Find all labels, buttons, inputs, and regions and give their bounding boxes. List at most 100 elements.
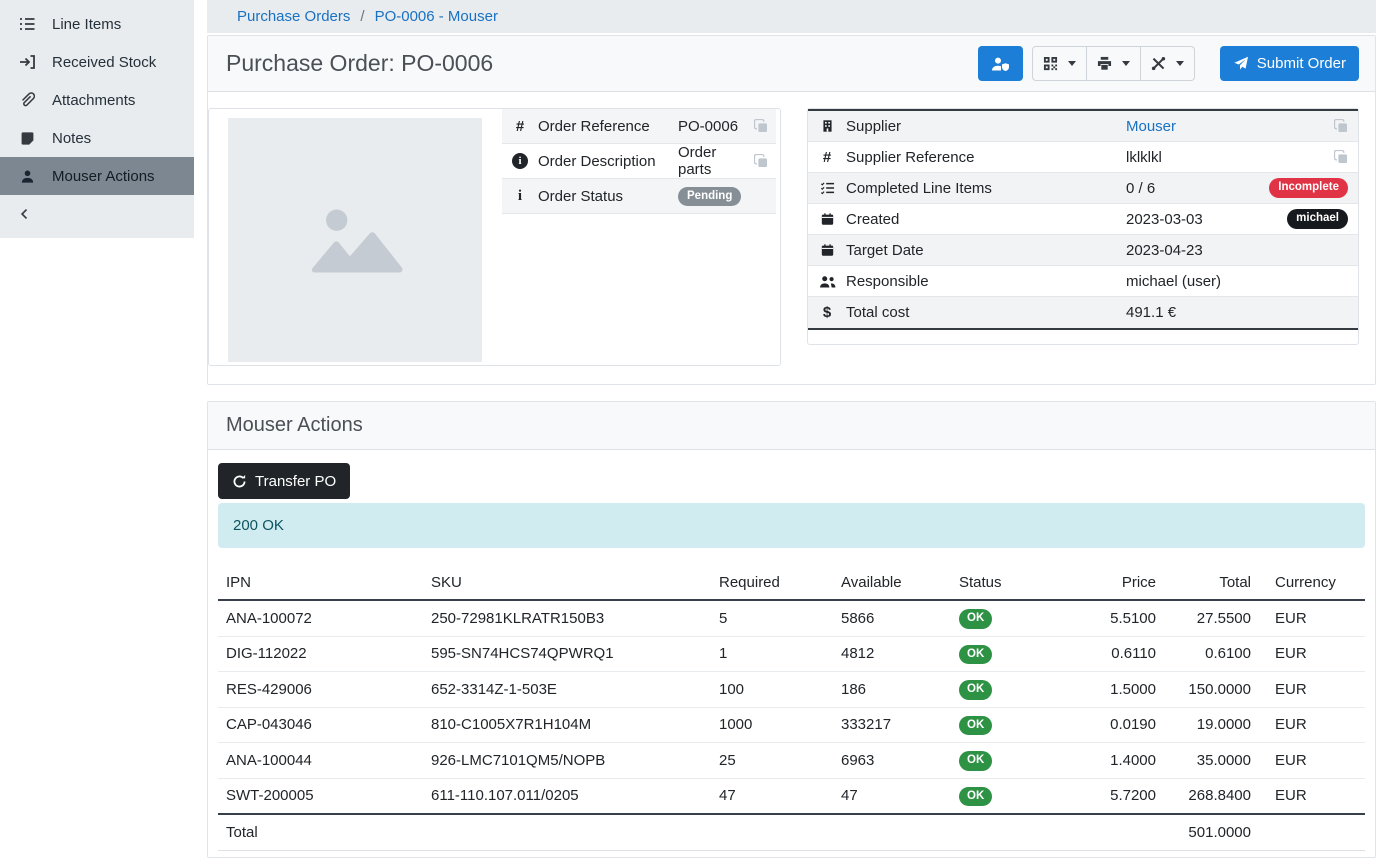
detail-label: Supplier xyxy=(846,118,1126,135)
users-icon xyxy=(808,275,846,288)
cell-ipn: ANA-100044 xyxy=(218,743,423,779)
cell-sku: 926-LMC7101QM5/NOPB xyxy=(423,743,711,779)
detail-row-total-cost: $ Total cost 491.1 € xyxy=(808,297,1358,328)
detail-row-order-reference: # Order Reference PO-0006 xyxy=(502,109,776,144)
part-image-placeholder[interactable] xyxy=(228,118,482,362)
qr-code-icon xyxy=(1043,56,1058,71)
transfer-po-button[interactable]: Transfer PO xyxy=(218,463,350,499)
barcode-menu-button[interactable] xyxy=(1032,46,1087,81)
detail-cards: # Order Reference PO-0006 i Order Descri… xyxy=(208,92,1375,384)
list-check-icon xyxy=(808,181,846,195)
cell-total: 27.5500 xyxy=(1164,600,1259,636)
hash-icon: # xyxy=(502,118,538,135)
supplier-detail-rows: Supplier Mouser # Supplier Reference lkl… xyxy=(808,109,1358,330)
panel-title: Mouser Actions xyxy=(226,414,1357,437)
copy-icon[interactable] xyxy=(1334,150,1348,164)
info-circle-icon: i xyxy=(502,153,538,169)
cell-required: 1 xyxy=(711,636,833,672)
header-menu-group xyxy=(1032,46,1195,81)
breadcrumb-link-purchase-orders[interactable]: Purchase Orders xyxy=(237,8,350,25)
copy-icon[interactable] xyxy=(746,154,776,168)
column-header-available: Available xyxy=(833,566,951,600)
cell-required: 1000 xyxy=(711,707,833,743)
cell-sku: 250-72981KLRATR150B3 xyxy=(423,600,711,636)
sidebar-item-notes[interactable]: Notes xyxy=(0,119,194,157)
send-icon xyxy=(1233,56,1249,71)
paperclip-icon xyxy=(18,92,36,108)
breadcrumb-link-current-order[interactable]: PO-0006 - Mouser xyxy=(375,8,498,25)
caret-down-icon xyxy=(1068,61,1076,66)
mouser-actions-panel: Mouser Actions Transfer PO 200 OK xyxy=(207,401,1376,858)
cell-sku: 810-C1005X7R1H104M xyxy=(423,707,711,743)
copy-icon[interactable] xyxy=(746,119,776,133)
print-menu-button[interactable] xyxy=(1087,46,1141,81)
cell-required: 25 xyxy=(711,743,833,779)
admin-button[interactable] xyxy=(978,46,1023,81)
transfer-status-alert: 200 OK xyxy=(218,503,1365,548)
cell-total: 150.0000 xyxy=(1164,672,1259,708)
sidebar-item-label: Attachments xyxy=(52,92,135,109)
detail-value: 491.1 € xyxy=(1126,304,1358,321)
column-header-price: Price xyxy=(1069,566,1164,600)
column-header-currency: Currency xyxy=(1259,566,1365,600)
sidebar-item-attachments[interactable]: Attachments xyxy=(0,81,194,119)
sidebar-item-label: Line Items xyxy=(52,16,121,33)
ok-badge: OK xyxy=(959,645,992,665)
column-header-status: Status xyxy=(951,566,1069,600)
detail-label: Order Status xyxy=(538,188,678,205)
table-row: ANA-100044 926-LMC7101QM5/NOPB 25 6963 O… xyxy=(218,743,1365,779)
cell-price: 0.0190 xyxy=(1069,707,1164,743)
detail-value: 2023-03-03 xyxy=(1126,211,1287,228)
table-row: SWT-200005 611-110.107.011/0205 47 47 OK… xyxy=(218,778,1365,814)
cell-status: OK xyxy=(951,600,1069,636)
wrench-icon xyxy=(1151,56,1166,71)
page-title: Purchase Order: PO-0006 xyxy=(226,50,493,77)
sidebar-item-label: Mouser Actions xyxy=(52,168,155,185)
copy-icon[interactable] xyxy=(1334,119,1348,133)
submit-order-button[interactable]: Submit Order xyxy=(1220,46,1359,81)
footer-total-value: 501.0000 xyxy=(1164,814,1259,851)
header-actions: Submit Order xyxy=(978,46,1359,81)
cell-price: 0.6110 xyxy=(1069,636,1164,672)
cell-status: OK xyxy=(951,672,1069,708)
calendar-icon xyxy=(808,243,846,257)
user-icon xyxy=(18,169,36,184)
cell-total: 19.0000 xyxy=(1164,707,1259,743)
detail-row-created: Created 2023-03-03 michael xyxy=(808,204,1358,235)
caret-down-icon xyxy=(1122,61,1130,66)
cell-ipn: DIG-112022 xyxy=(218,636,423,672)
transfer-po-label: Transfer PO xyxy=(255,473,336,490)
supplier-link[interactable]: Mouser xyxy=(1126,118,1176,135)
cell-required: 100 xyxy=(711,672,833,708)
detail-label: Order Reference xyxy=(538,118,678,135)
cell-status: OK xyxy=(951,636,1069,672)
cell-currency: EUR xyxy=(1259,672,1365,708)
cell-available: 5866 xyxy=(833,600,951,636)
sidebar-item-mouser-actions[interactable]: Mouser Actions xyxy=(0,157,194,195)
detail-label: Order Description xyxy=(538,153,678,170)
detail-value: PO-0006 xyxy=(678,118,746,135)
column-header-sku: SKU xyxy=(423,566,711,600)
cell-available: 4812 xyxy=(833,636,951,672)
user-shield-icon xyxy=(991,56,1010,72)
cell-sku: 595-SN74HCS74QPWRQ1 xyxy=(423,636,711,672)
panel-heading: Mouser Actions xyxy=(208,402,1375,450)
detail-row-responsible: Responsible michael (user) xyxy=(808,266,1358,297)
cell-price: 1.4000 xyxy=(1069,743,1164,779)
detail-value: Pending xyxy=(678,186,746,207)
detail-row-completed-line-items: Completed Line Items 0 / 6 Incomplete xyxy=(808,173,1358,204)
sidebar-item-line-items[interactable]: Line Items xyxy=(0,5,194,43)
order-actions-menu-button[interactable] xyxy=(1141,46,1195,81)
submit-order-label: Submit Order xyxy=(1257,55,1346,72)
sidebar-item-received-stock[interactable]: Received Stock xyxy=(0,43,194,81)
detail-value: michael (user) xyxy=(1126,273,1358,290)
cell-required: 5 xyxy=(711,600,833,636)
status-badge: Pending xyxy=(678,187,741,207)
sidebar-collapse-button[interactable] xyxy=(0,195,194,233)
chevron-left-icon xyxy=(18,207,31,221)
footer-total-label: Total xyxy=(218,814,423,851)
cell-total: 0.6100 xyxy=(1164,636,1259,672)
cell-price: 5.5100 xyxy=(1069,600,1164,636)
cell-sku: 611-110.107.011/0205 xyxy=(423,778,711,814)
calendar-icon xyxy=(808,212,846,226)
